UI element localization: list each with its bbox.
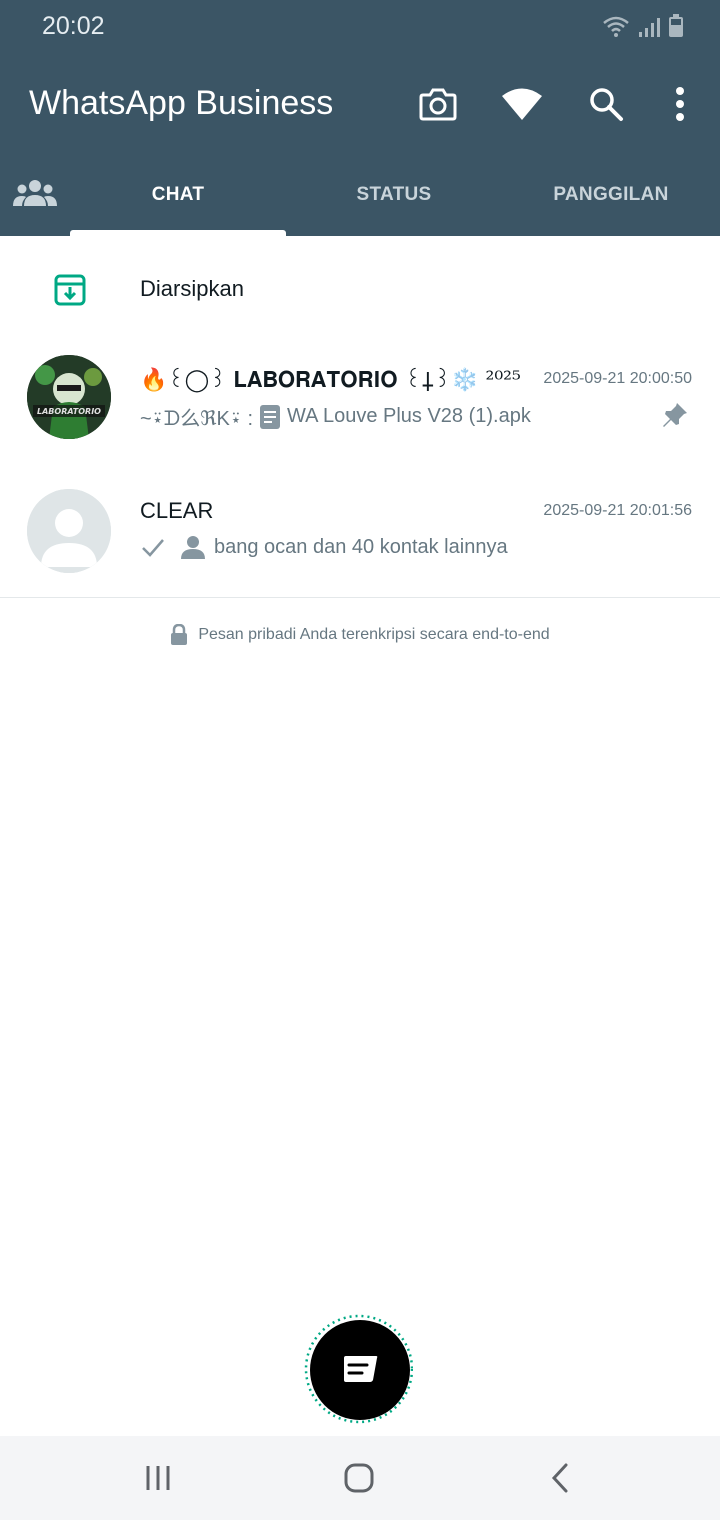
back-icon — [551, 1463, 568, 1493]
new-chat-icon — [344, 1356, 378, 1382]
encryption-note-text: Pesan pribadi Anda terenkripsi secara en… — [198, 626, 550, 643]
system-icons — [602, 14, 684, 38]
pin-icon — [663, 403, 687, 427]
status-bar: 20:02 — [0, 0, 720, 56]
archived-label: Diarsipkan — [140, 276, 244, 301]
recents-icon — [146, 1466, 170, 1490]
system-nav-bar — [0, 1436, 720, 1520]
list-divider — [0, 597, 720, 598]
encryption-note[interactable]: Pesan pribadi Anda terenkripsi secara en… — [0, 624, 720, 646]
more-options-button[interactable] — [658, 82, 702, 126]
default-avatar-icon — [27, 489, 111, 573]
chat-time: 2025-09-21 20:00:50 — [543, 370, 692, 387]
chat-time: 2025-09-21 20:01:56 — [543, 502, 692, 519]
tab-chat[interactable]: CHAT — [70, 184, 286, 206]
home-icon — [344, 1463, 374, 1493]
tab-status[interactable]: STATUS — [286, 184, 502, 206]
lock-icon — [171, 624, 188, 645]
wifi-status-icon — [502, 88, 542, 120]
wifi-status-button[interactable] — [500, 82, 544, 126]
avatar: LABORATORIO — [27, 355, 111, 439]
wifi-icon — [603, 16, 629, 37]
fab-button[interactable] — [310, 1320, 410, 1420]
battery-icon — [669, 14, 683, 37]
group-avatar-image: LABORATORIO — [27, 355, 111, 439]
app-title: WhatsApp Business — [29, 84, 334, 122]
chat-row[interactable]: CLEAR 2025-09-21 20:01:56 bang ocan dan … — [0, 474, 720, 594]
tab-community[interactable] — [12, 174, 58, 214]
recents-button[interactable] — [128, 1458, 188, 1498]
tab-calls[interactable]: PANGGILAN — [502, 184, 720, 206]
chat-preview: ~⍣ᗪ么ℜK⍣ : WA Louve Plus V28 (1).apk — [140, 402, 531, 431]
back-button[interactable] — [530, 1458, 590, 1498]
document-icon — [260, 404, 281, 429]
avatar-text: LABORATORIO — [37, 407, 101, 416]
avatar — [27, 489, 111, 573]
tab-indicator — [70, 230, 286, 236]
more-options-icon — [676, 87, 684, 121]
person-icon — [181, 536, 205, 559]
check-icon — [142, 539, 164, 557]
search-icon — [590, 88, 623, 121]
signal-icon — [639, 18, 660, 37]
camera-button[interactable] — [416, 82, 460, 126]
chat-preview-text: WA Louve Plus V28 (1).apk — [287, 405, 531, 427]
chat-row[interactable]: LABORATORIO 🔥꒰◯꒱ 𝐋𝐀𝐁𝐎𝐑𝐀𝐓𝐎𝐑𝐈𝐎 ꒰⸸꒱❄️ ²⁰²⁵ … — [0, 340, 720, 460]
tab-bar: CHAT STATUS PANGGILAN — [0, 160, 720, 236]
home-button[interactable] — [329, 1458, 389, 1498]
chat-name: CLEAR — [140, 498, 214, 523]
archived-chats-row[interactable]: Diarsipkan — [0, 248, 720, 332]
chat-name: 🔥꒰◯꒱ 𝐋𝐀𝐁𝐎𝐑𝐀𝐓𝐎𝐑𝐈𝐎 ꒰⸸꒱❄️ ²⁰²⁵ — [140, 368, 521, 393]
community-icon — [13, 180, 57, 206]
camera-icon — [419, 88, 457, 121]
search-button[interactable] — [584, 82, 628, 126]
chat-sender: ~⍣ᗪ么ℜK⍣ : — [140, 408, 254, 430]
new-chat-fab[interactable] — [303, 1314, 413, 1424]
status-clock: 20:02 — [42, 12, 105, 40]
archive-icon — [54, 274, 86, 306]
chat-preview-text: bang ocan dan 40 kontak lainnya — [214, 535, 508, 558]
chat-preview: bang ocan dan 40 kontak lainnya — [140, 534, 508, 560]
app-bar: 20:02 WhatsApp Business CHAT STATUS PANG… — [0, 0, 720, 236]
